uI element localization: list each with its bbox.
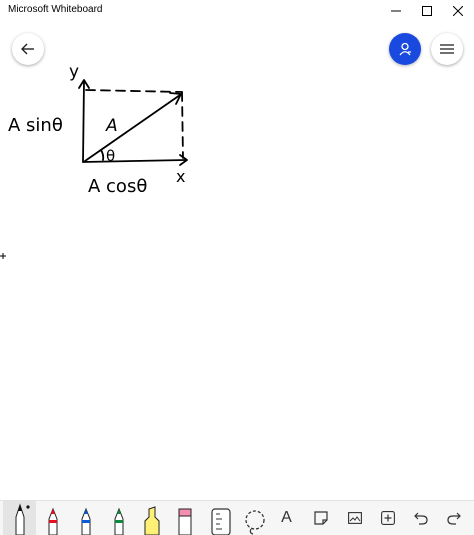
redo-icon	[446, 512, 461, 525]
x-axis-stroke	[82, 159, 187, 163]
close-button[interactable]	[442, 0, 474, 22]
lasso-icon	[244, 510, 265, 535]
green-pen-tool[interactable]	[102, 501, 135, 535]
lasso-tool[interactable]	[238, 501, 271, 535]
red-pen-tool[interactable]	[36, 501, 69, 535]
ruler-tool[interactable]	[204, 501, 237, 535]
image-icon	[347, 512, 362, 524]
ink-toolbar: A	[0, 500, 474, 535]
dashed-top-line	[85, 89, 183, 93]
label-a-cos-theta: A cosθ	[88, 176, 147, 197]
image-tool[interactable]	[338, 501, 371, 535]
note-tool[interactable]	[304, 501, 337, 535]
y-axis-stroke	[82, 81, 85, 163]
label-vector-a: A	[105, 116, 118, 136]
ink-drawing: y x A θ A sinθ A cosθ	[0, 62, 188, 259]
highlighter-icon	[178, 508, 191, 535]
label-a-sin-theta: A sinθ	[8, 115, 63, 136]
text-tool[interactable]: A	[270, 501, 303, 535]
text-icon: A	[281, 509, 292, 526]
pink-highlighter-tool[interactable]	[168, 501, 201, 535]
dashed-right-line	[181, 91, 184, 159]
redo-button[interactable]	[437, 501, 470, 535]
pen-icon	[81, 507, 90, 535]
close-icon	[453, 6, 463, 16]
insert-tool[interactable]	[371, 501, 404, 535]
maximize-button[interactable]	[411, 0, 443, 22]
pen-icon	[114, 507, 123, 535]
note-icon	[313, 511, 328, 525]
ruler-icon	[210, 508, 231, 535]
maximize-icon	[422, 6, 432, 16]
pen-icon	[15, 503, 30, 535]
label-x: x	[176, 167, 185, 186]
insert-plus-icon	[380, 511, 395, 525]
label-theta: θ	[106, 147, 115, 165]
pen-icon	[48, 507, 57, 535]
minimize-button[interactable]	[380, 0, 412, 22]
yellow-highlighter-tool[interactable]	[135, 501, 168, 535]
undo-button[interactable]	[404, 501, 437, 535]
app-title: Microsoft Whiteboard	[8, 4, 103, 15]
cursor-crosshair-icon	[0, 253, 6, 259]
blue-pen-tool[interactable]	[69, 501, 102, 535]
highlighter-icon	[144, 506, 159, 535]
whiteboard-canvas[interactable]: y x A θ A sinθ A cosθ	[0, 22, 474, 500]
title-bar: Microsoft Whiteboard	[0, 0, 474, 22]
minimize-icon	[391, 10, 401, 12]
label-y: y	[69, 62, 79, 82]
undo-icon	[413, 512, 428, 525]
black-pen-tool[interactable]	[3, 501, 36, 535]
vector-a-stroke	[84, 94, 181, 162]
angle-arc	[100, 149, 105, 161]
